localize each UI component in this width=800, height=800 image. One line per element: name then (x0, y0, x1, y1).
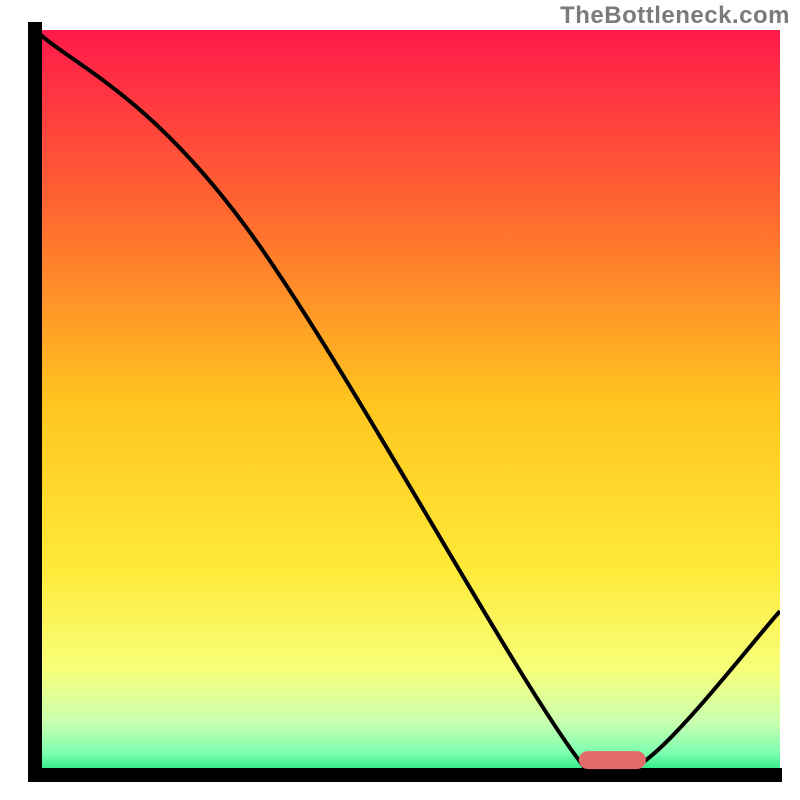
sweet-spot-marker (579, 751, 646, 769)
bottleneck-chart (0, 0, 800, 800)
gradient-background (35, 30, 780, 775)
chart-frame: TheBottleneck.com (0, 0, 800, 800)
